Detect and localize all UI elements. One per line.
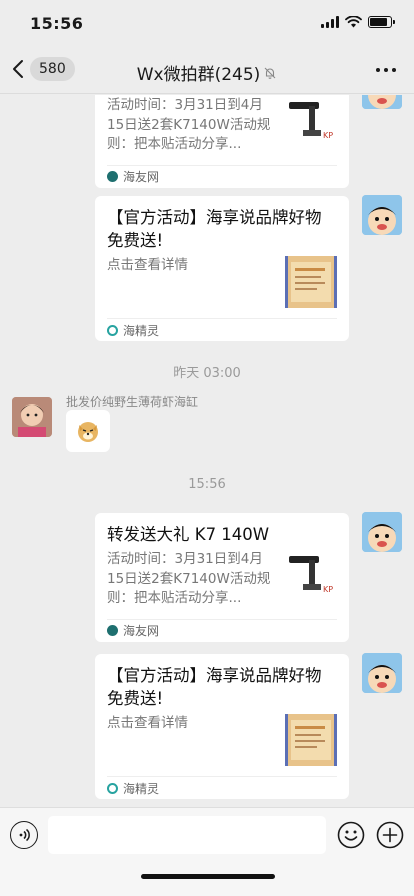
haijingling-source-icon: [107, 782, 118, 794]
link-card[interactable]: 【官方活动】海享说品牌好物免费送! 点击查看详情 海精灵: [95, 654, 349, 799]
doge-sticker-icon: [78, 422, 98, 442]
card-source: 海精灵: [107, 318, 337, 341]
haiyou-source-icon: [107, 625, 118, 636]
battery-fill: [370, 18, 387, 26]
mute-bell-icon: [263, 66, 277, 80]
message-input[interactable]: [48, 816, 326, 854]
card-source-name: 海精灵: [123, 781, 160, 796]
card-description: 活动时间：3月31日到4月15日送2套K7140W活动规则：把本贴活动分享...: [107, 551, 271, 606]
avatar[interactable]: [362, 195, 402, 235]
emoji-icon[interactable]: [337, 821, 365, 849]
card-source-name: 海精灵: [123, 323, 160, 338]
wifi-icon: [345, 16, 362, 28]
document-thumbnail: [285, 256, 337, 308]
card-source-name: 海友网: [123, 170, 160, 184]
more-icon[interactable]: [376, 68, 396, 72]
chat-title-text: Wx微拍群(245): [136, 65, 261, 85]
avatar[interactable]: [362, 653, 402, 693]
card-description: 活动时间：3月31日到4月15日送2套K7140W活动规则：把本贴活动分享...: [107, 97, 271, 152]
card-source: 海友网: [107, 618, 337, 642]
link-card[interactable]: 转发送大礼 K7 140W 活动时间：3月31日到4月15日送2套K7140W活…: [95, 513, 349, 642]
nav-bar: 580 Wx微拍群(245): [0, 48, 414, 94]
status-icons: [321, 16, 395, 28]
light-fixture-thumbnail: KP: [289, 556, 333, 594]
card-title: 【官方活动】海享说品牌好物免费送!: [107, 208, 322, 250]
document-thumbnail: [285, 714, 337, 766]
haijingling-source-icon: [107, 324, 118, 336]
card-title: 转发送大礼 K7 140W: [107, 525, 270, 544]
avatar[interactable]: [362, 512, 402, 552]
time-separator: 15:56: [188, 477, 226, 492]
sender-name: 批发价纯野生薄荷虾海缸: [66, 395, 199, 409]
card-source: 海友网: [107, 164, 337, 188]
plus-icon[interactable]: [376, 821, 404, 849]
time-separator: 昨天 03:00: [173, 366, 241, 381]
sticker-message[interactable]: [66, 410, 110, 452]
input-bar: [0, 807, 414, 896]
status-bar: 15:56: [0, 0, 414, 48]
avatar[interactable]: [12, 397, 52, 437]
link-card[interactable]: 活动时间：3月31日到4月15日送2套K7140W活动规则：把本贴活动分享...…: [95, 95, 349, 188]
chat-messages[interactable]: 活动时间：3月31日到4月15日送2套K7140W活动规则：把本贴活动分享...…: [0, 95, 414, 807]
status-time: 15:56: [30, 14, 84, 33]
card-source-name: 海友网: [123, 624, 160, 638]
svg-text:KP: KP: [323, 585, 333, 594]
link-card[interactable]: 【官方活动】海享说品牌好物免费送! 点击查看详情 海精灵: [95, 196, 349, 341]
svg-text:KP: KP: [323, 131, 333, 140]
signal-icon: [321, 16, 339, 28]
haiyou-source-icon: [107, 171, 118, 182]
home-indicator: [141, 874, 275, 879]
card-title: 【官方活动】海享说品牌好物免费送!: [107, 666, 322, 708]
card-source: 海精灵: [107, 776, 337, 799]
light-fixture-thumbnail: KP: [289, 102, 333, 140]
voice-icon[interactable]: [10, 821, 38, 849]
card-description: 点击查看详情: [107, 257, 188, 273]
chat-title: Wx微拍群(245): [0, 60, 414, 85]
card-description: 点击查看详情: [107, 715, 188, 731]
avatar[interactable]: [362, 95, 402, 109]
battery-icon: [368, 16, 395, 28]
